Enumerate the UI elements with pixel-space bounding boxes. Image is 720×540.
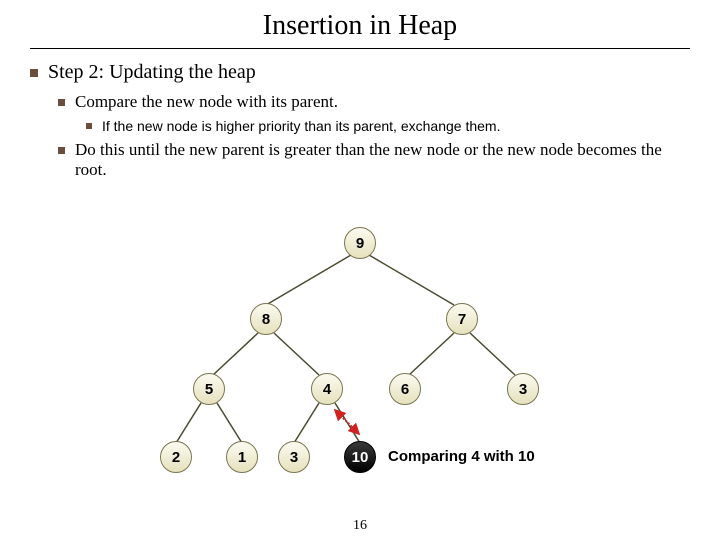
- bullet-icon: [58, 147, 65, 154]
- node-root: 9: [344, 227, 376, 259]
- node-ll: 5: [193, 373, 225, 405]
- bullet-icon: [30, 69, 38, 77]
- node-l: 8: [250, 303, 282, 335]
- node-r: 7: [446, 303, 478, 335]
- bullet-compare: Compare the new node with its parent.: [58, 92, 690, 112]
- bullet-icon: [86, 123, 92, 129]
- node-lr: 4: [311, 373, 343, 405]
- node-rl: 6: [389, 373, 421, 405]
- node-lrl: 3: [278, 441, 310, 473]
- page-number: 16: [0, 518, 720, 534]
- bullet-until: Do this until the new parent is greater …: [58, 140, 690, 180]
- bullet-text: Compare the new node with its parent.: [75, 92, 690, 112]
- page-title: Insertion in Heap: [30, 10, 690, 42]
- bullet-text: If the new node is higher priority than …: [102, 118, 690, 134]
- bullet-exchange: If the new node is higher priority than …: [86, 118, 690, 134]
- bullet-step: Step 2: Updating the heap: [30, 61, 690, 84]
- node-lll: 2: [160, 441, 192, 473]
- bullet-text: Step 2: Updating the heap: [48, 61, 690, 84]
- heap-tree-diagram: 9 8 7 5 4 6 3 2 1 3 10 Comparing 4 with …: [0, 225, 720, 515]
- bullet-icon: [58, 99, 65, 106]
- bullet-text: Do this until the new parent is greater …: [75, 140, 690, 180]
- compare-arrow-icon: [332, 407, 362, 437]
- title-rule: [30, 48, 690, 49]
- node-new: 10: [344, 441, 376, 473]
- node-rr: 3: [507, 373, 539, 405]
- node-llr: 1: [226, 441, 258, 473]
- compare-caption: Comparing 4 with 10: [388, 448, 535, 465]
